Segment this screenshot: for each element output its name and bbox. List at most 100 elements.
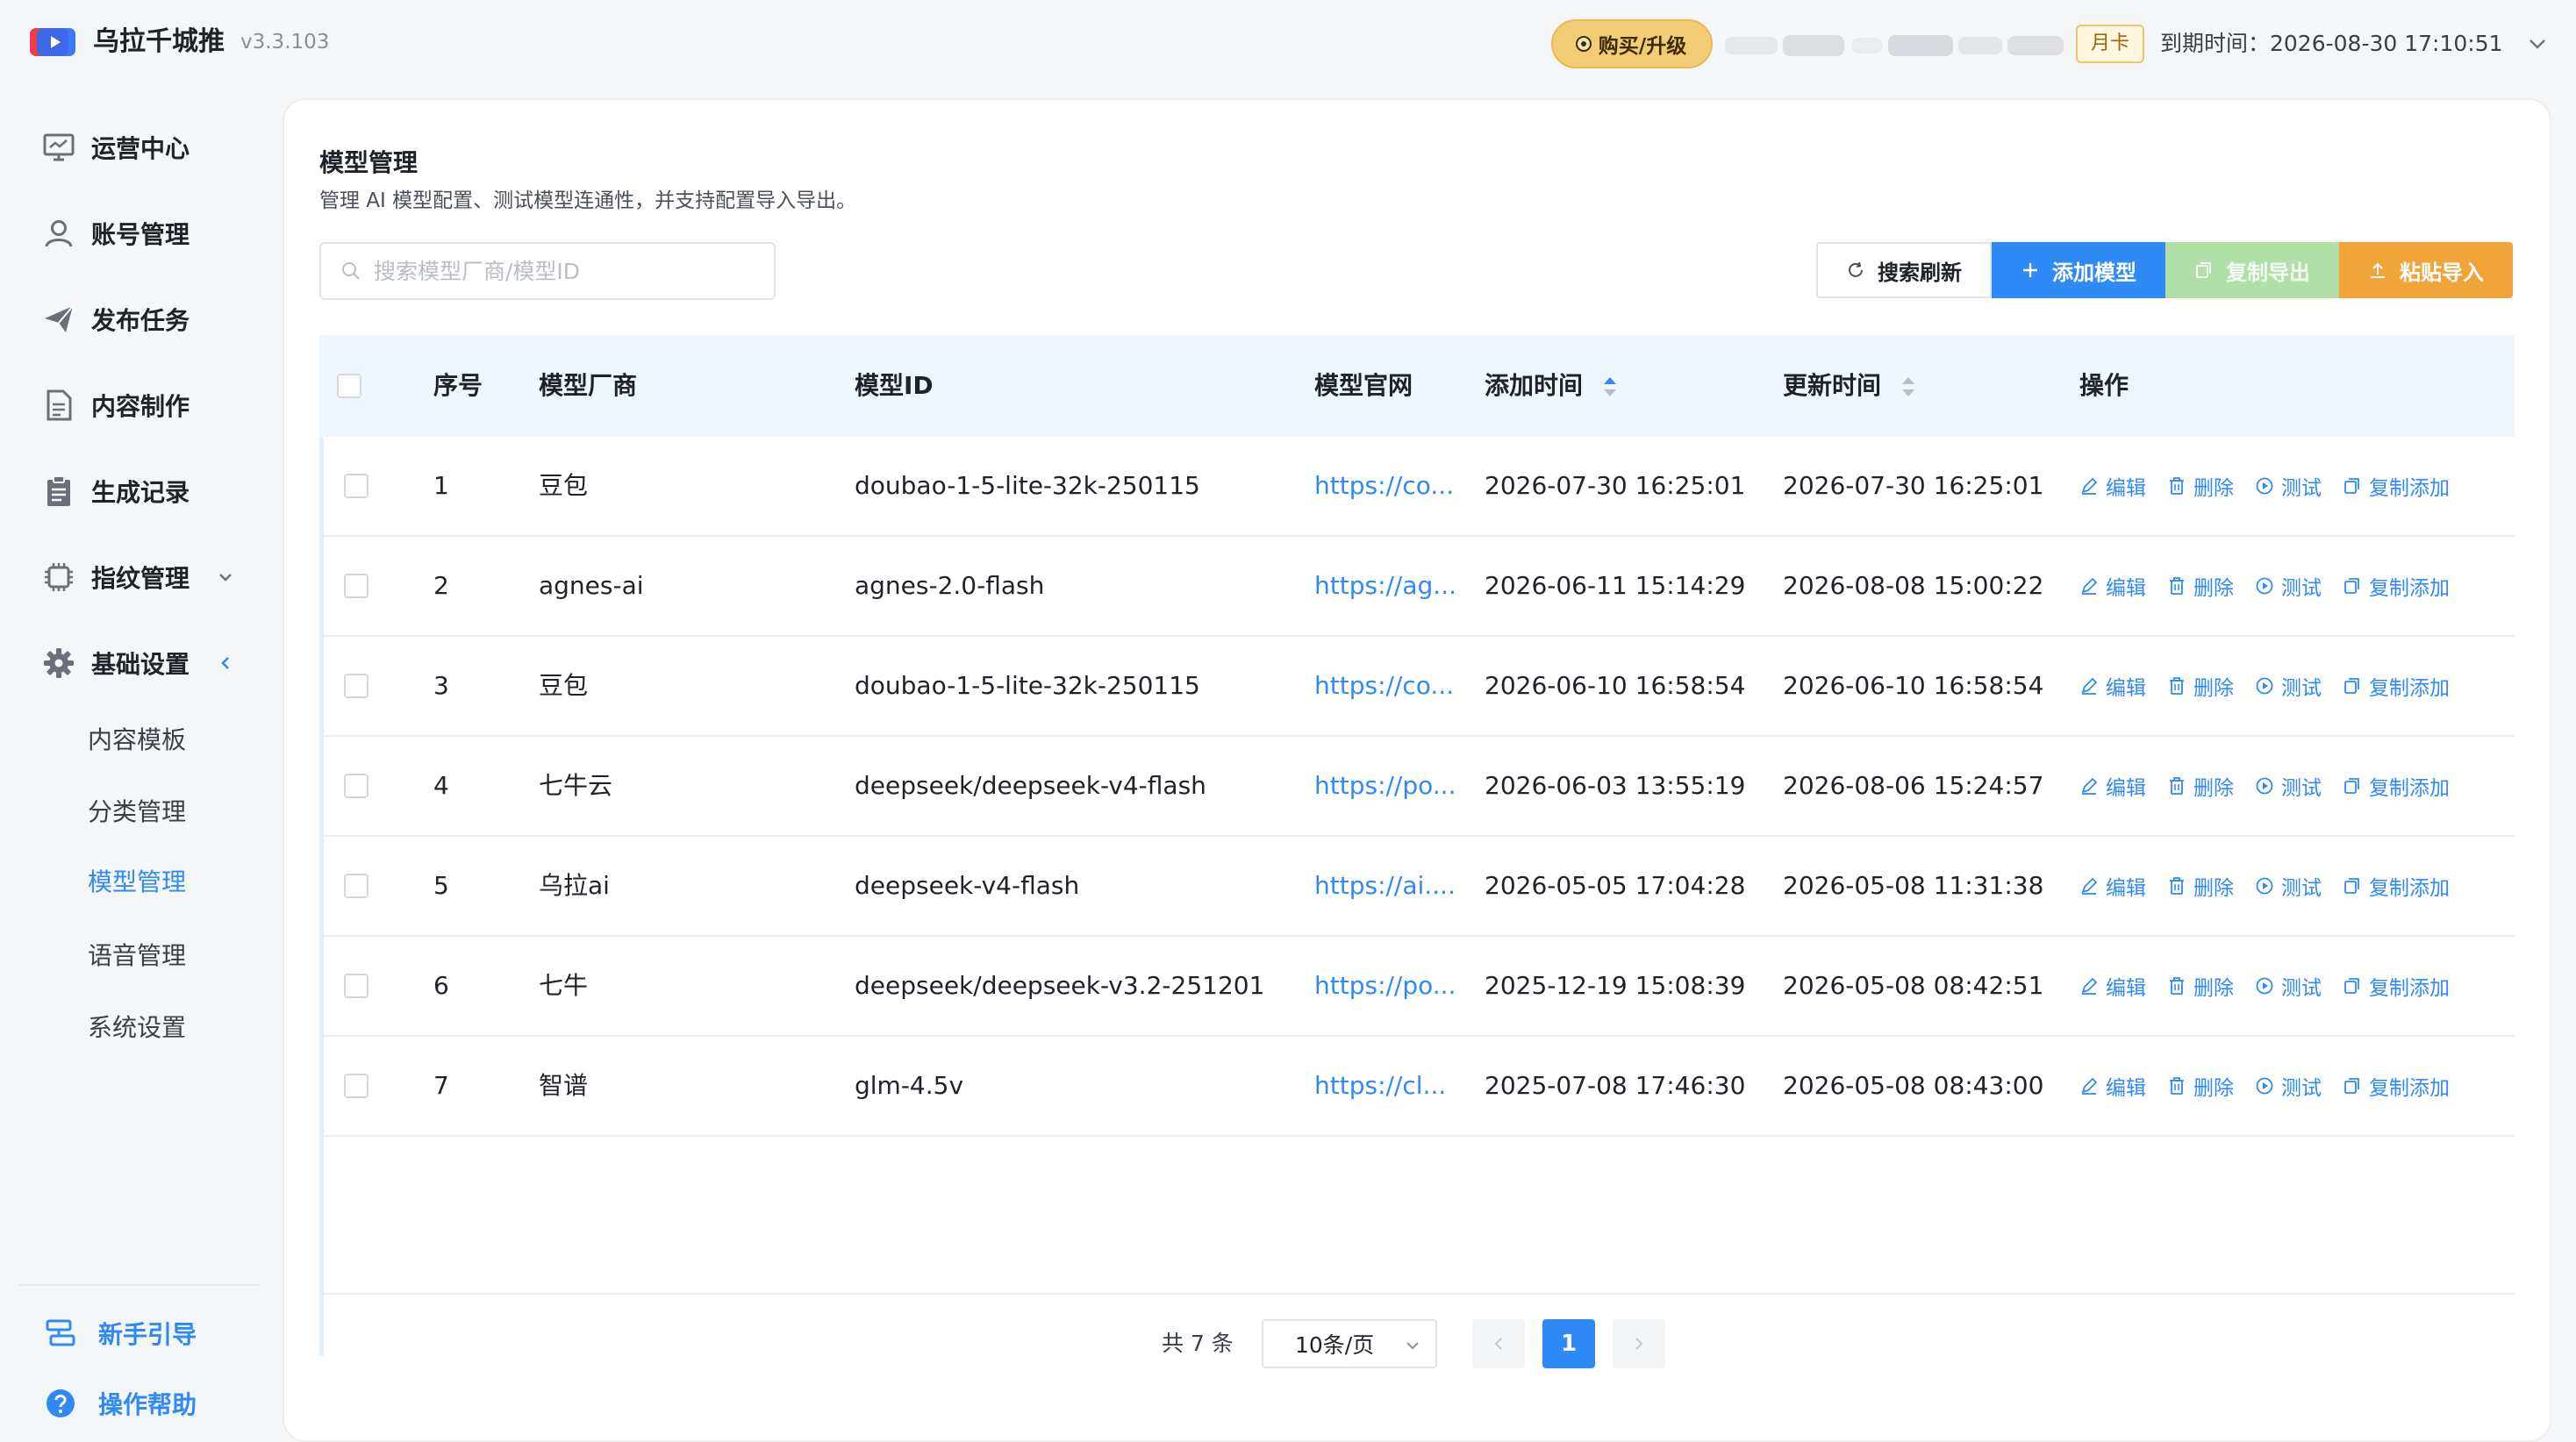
sidebar-item-publish[interactable]: 发布任务 [42, 296, 190, 342]
delete-label: 删除 [2193, 877, 2234, 900]
sidebar-divider [19, 1284, 260, 1286]
search-input[interactable] [374, 258, 760, 284]
cell-created: 2026-06-03 13:55:19 [1485, 771, 1746, 800]
sidebar-item-guide[interactable]: 新手引导 [44, 1312, 197, 1354]
cell-website-link[interactable]: https://po... [1314, 737, 1456, 835]
cell-updated: 2026-05-08 08:42:51 [1783, 971, 2044, 1000]
cell-index: 7 [433, 1071, 449, 1100]
sort-icon[interactable] [1600, 374, 1620, 400]
delete-action[interactable]: 删除 [2167, 471, 2234, 501]
row-checkbox[interactable] [344, 1074, 369, 1098]
sidebar-item-label: 生成记录 [91, 478, 190, 507]
cell-website-link[interactable]: https://cl... [1314, 1037, 1446, 1135]
page-size-select[interactable]: 10条/页 [1262, 1319, 1437, 1368]
table-row: 7 智谱 glm-4.5v https://cl... 2025-07-08 17:46… [319, 1037, 2515, 1137]
copy-add-action[interactable]: 复制添加 [2343, 971, 2450, 1001]
sidebar-item-operation-center[interactable]: 运营中心 [42, 125, 190, 170]
edit-action[interactable]: 编辑 [2079, 871, 2146, 901]
play-circle-icon [2256, 777, 2273, 795]
chevron-left-icon[interactable] [216, 653, 235, 673]
row-checkbox[interactable] [344, 974, 369, 998]
buy-upgrade-button[interactable]: 购买/升级 [1551, 19, 1713, 68]
prev-page-button[interactable] [1472, 1319, 1525, 1368]
copy-add-action[interactable]: 复制添加 [2343, 471, 2450, 501]
test-action[interactable]: 测试 [2255, 971, 2322, 1001]
sidebar-subitem-category[interactable]: 分类管理 [88, 793, 186, 832]
refresh-icon [1849, 261, 1863, 277]
row-checkbox[interactable] [344, 774, 369, 798]
paste-import-button[interactable]: 粘贴导入 [2339, 242, 2513, 298]
gear-icon [44, 648, 74, 678]
delete-action[interactable]: 删除 [2167, 671, 2234, 701]
cell-website-link[interactable]: https://ai.... [1314, 837, 1456, 935]
delete-action[interactable]: 删除 [2167, 771, 2234, 801]
edit-action[interactable]: 编辑 [2079, 1071, 2146, 1101]
edit-icon [2081, 577, 2098, 595]
select-all-checkbox[interactable] [337, 374, 361, 398]
table-bottom-divider [319, 1293, 2515, 1295]
copy-export-button[interactable]: 复制导出 [2165, 242, 2339, 298]
row-actions: 编辑 删除 测试 复制添加 [2079, 537, 2450, 635]
cell-created: 2026-06-11 15:14:29 [1485, 571, 1746, 600]
delete-action[interactable]: 删除 [2167, 871, 2234, 901]
delete-action[interactable]: 删除 [2167, 1071, 2234, 1101]
column-header-updated[interactable]: 更新时间 [1783, 335, 1918, 437]
row-checkbox[interactable] [344, 474, 369, 498]
sidebar-subitem-content-template[interactable]: 内容模板 [88, 721, 186, 760]
search-box[interactable] [319, 242, 776, 300]
cell-index: 6 [433, 971, 449, 1000]
sidebar-subitem-system-settings[interactable]: 系统设置 [88, 1009, 186, 1047]
add-model-button[interactable]: 添加模型 [1992, 242, 2165, 298]
sidebar-item-help[interactable]: 操作帮助 [44, 1382, 197, 1424]
sidebar-subitem-voice[interactable]: 语音管理 [88, 937, 186, 975]
edit-icon [2081, 877, 2098, 895]
test-action[interactable]: 测试 [2255, 771, 2322, 801]
table-row: 3 豆包 doubao-1-5-lite-32k-250115 https://co.… [319, 637, 2515, 737]
coin-icon [1577, 38, 1590, 50]
copy-add-label: 复制添加 [2369, 677, 2450, 700]
test-action[interactable]: 测试 [2255, 871, 2322, 901]
sidebar-item-accounts[interactable]: 账号管理 [42, 211, 190, 256]
cell-website-link[interactable]: https://po... [1314, 937, 1456, 1035]
edit-action[interactable]: 编辑 [2079, 771, 2146, 801]
cell-website-link[interactable]: https://co... [1314, 437, 1454, 535]
add-model-label: 添加模型 [2052, 260, 2136, 285]
test-action[interactable]: 测试 [2255, 1071, 2322, 1101]
edit-action[interactable]: 编辑 [2079, 571, 2146, 601]
sort-icon[interactable] [1899, 374, 1918, 400]
app-window: 乌拉千城推 v3.3.103 购买/升级 月卡 到期时间：2026-08-30 … [0, 0, 2576, 1442]
test-action[interactable]: 测试 [2255, 671, 2322, 701]
chevron-down-icon[interactable] [216, 568, 235, 587]
delete-action[interactable]: 删除 [2167, 571, 2234, 601]
expire-time: 到期时间：2026-08-30 17:10:51 [2160, 31, 2503, 56]
cell-website-link[interactable]: https://co... [1314, 637, 1454, 735]
refresh-button[interactable]: 搜索刷新 [1816, 242, 1992, 298]
edit-action[interactable]: 编辑 [2079, 471, 2146, 501]
sidebar-item-basic-settings[interactable]: 基础设置 [42, 640, 190, 686]
chevron-down-icon[interactable] [2527, 33, 2548, 54]
page-number-button[interactable]: 1 [1542, 1319, 1595, 1368]
edit-action[interactable]: 编辑 [2079, 971, 2146, 1001]
test-action[interactable]: 测试 [2255, 471, 2322, 501]
copy-add-action[interactable]: 复制添加 [2343, 1071, 2450, 1101]
cell-website-link[interactable]: https://ag... [1314, 537, 1456, 635]
edit-action[interactable]: 编辑 [2079, 671, 2146, 701]
cell-updated: 2026-08-08 15:00:22 [1783, 571, 2044, 600]
chevron-left-icon [1494, 1338, 1502, 1350]
delete-action[interactable]: 删除 [2167, 971, 2234, 1001]
sidebar-subitem-model-management[interactable]: 模型管理 [88, 863, 186, 902]
column-header-created[interactable]: 添加时间 [1485, 335, 1620, 437]
sidebar-item-fingerprint[interactable]: 指纹管理 [42, 554, 190, 600]
copy-add-action[interactable]: 复制添加 [2343, 671, 2450, 701]
guide-icon [46, 1319, 75, 1346]
test-action[interactable]: 测试 [2255, 571, 2322, 601]
copy-add-action[interactable]: 复制添加 [2343, 771, 2450, 801]
next-page-button[interactable] [1613, 1319, 1665, 1368]
copy-add-action[interactable]: 复制添加 [2343, 571, 2450, 601]
sidebar-item-content[interactable]: 内容制作 [42, 382, 190, 428]
copy-add-action[interactable]: 复制添加 [2343, 871, 2450, 901]
row-checkbox[interactable] [344, 874, 369, 898]
sidebar-item-records[interactable]: 生成记录 [42, 468, 190, 514]
row-checkbox[interactable] [344, 674, 369, 698]
row-checkbox[interactable] [344, 574, 369, 598]
